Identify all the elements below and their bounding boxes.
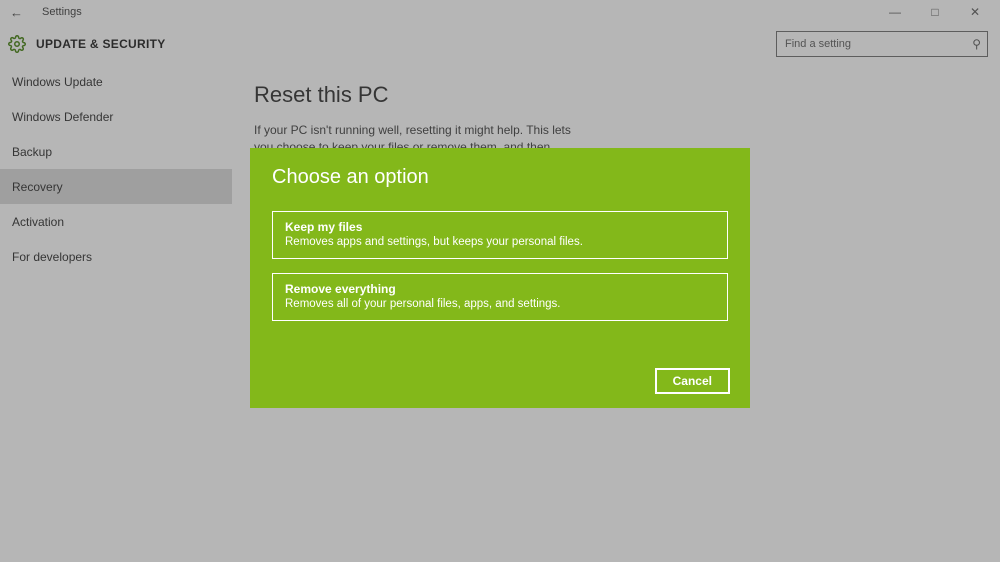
option-description: Removes apps and settings, but keeps you…	[285, 236, 715, 248]
cancel-button[interactable]: Cancel	[655, 368, 730, 394]
cancel-button-label: Cancel	[673, 374, 712, 388]
option-title: Keep my files	[285, 220, 715, 234]
reset-modal: Choose an option Keep my files Removes a…	[250, 148, 750, 408]
option-remove-everything[interactable]: Remove everything Removes all of your pe…	[272, 273, 728, 321]
modal-title: Choose an option	[272, 166, 728, 189]
option-title: Remove everything	[285, 282, 715, 296]
option-keep-my-files[interactable]: Keep my files Removes apps and settings,…	[272, 211, 728, 259]
option-description: Removes all of your personal files, apps…	[285, 298, 715, 310]
